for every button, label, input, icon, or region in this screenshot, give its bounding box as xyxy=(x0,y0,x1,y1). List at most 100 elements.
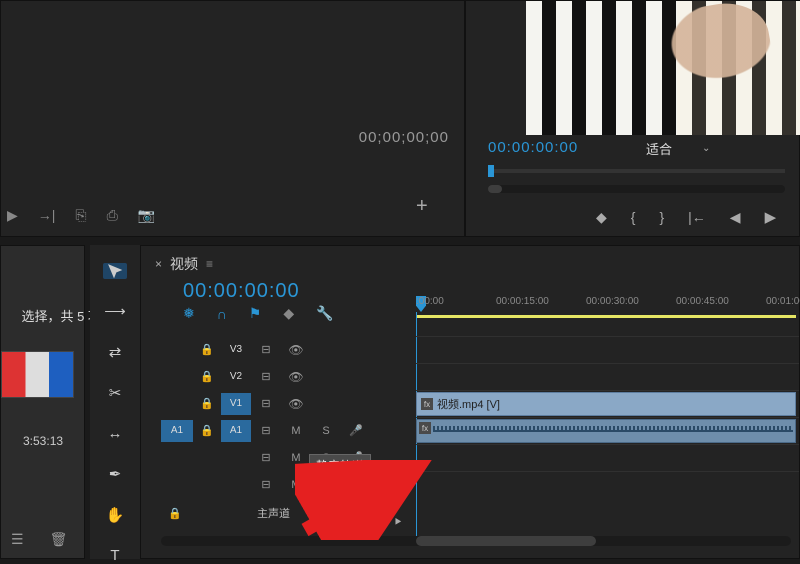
lock-icon[interactable]: 🔒 xyxy=(193,397,221,410)
selection-tool[interactable] xyxy=(103,263,127,279)
track-header-area: 🔒 V3 ⊟ 👁 🔒 V2 ⊟ 👁 🔒 V1 ⊟ 👁 A1 🔒 A1 ⊟ M xyxy=(161,336,416,526)
voice-over-button[interactable]: 🎤 xyxy=(341,478,371,491)
source-transport-bar: ▶ →| ⎘ ⎙ 📷 xyxy=(7,207,155,224)
master-track-header[interactable]: 🔒 主声道 0.0 xyxy=(161,500,416,526)
lock-icon[interactable]: 🔒 xyxy=(193,424,221,437)
track-a1[interactable]: fx xyxy=(416,417,799,444)
track-v2[interactable] xyxy=(416,363,799,390)
ruler-tick: 00:00:30:00 xyxy=(586,296,639,307)
project-bin-thumbnail[interactable] xyxy=(1,351,74,398)
source-patch-v3[interactable] xyxy=(161,339,193,361)
source-step-button[interactable]: →| xyxy=(38,207,56,224)
sync-lock-button[interactable]: ⊟ xyxy=(251,451,281,464)
mark-in-button[interactable]: { xyxy=(631,209,636,225)
track-header-a1[interactable]: A1 🔒 A1 ⊟ M S 🎤 xyxy=(161,417,416,444)
track-header-v1[interactable]: 🔒 V1 ⊟ 👁 xyxy=(161,390,416,417)
fx-badge-icon[interactable]: fx xyxy=(421,398,433,410)
nest-toggle-button[interactable]: ❅ xyxy=(183,305,195,322)
track-label-v3[interactable]: V3 xyxy=(221,339,251,361)
toggle-output-button[interactable]: 👁 xyxy=(281,397,311,411)
source-insert-button[interactable]: ⎘ xyxy=(75,207,86,224)
slip-tool[interactable]: ↔ xyxy=(103,425,127,442)
program-time-ruler[interactable] xyxy=(488,169,785,173)
master-volume-value[interactable]: 0.0 xyxy=(330,506,347,520)
sync-lock-button[interactable]: ⊟ xyxy=(251,370,281,383)
audio-clip[interactable]: fx xyxy=(416,419,796,443)
type-tool[interactable]: T xyxy=(103,547,127,564)
source-monitor-panel: 00;00;00;00 ▶ →| ⎘ ⎙ 📷 + xyxy=(0,0,465,237)
sequence-title[interactable]: 视频 xyxy=(170,254,198,274)
ripple-edit-tool[interactable]: ⇄ xyxy=(103,343,127,361)
track-label-a3[interactable] xyxy=(221,474,251,496)
add-marker-timeline-button[interactable]: ◆ xyxy=(283,305,294,322)
sync-lock-button[interactable]: ⊟ xyxy=(251,397,281,410)
hand-tool[interactable]: ✋ xyxy=(103,506,127,524)
voice-over-button[interactable]: 🎤 xyxy=(341,424,371,437)
delete-button[interactable]: 🗑 xyxy=(50,531,68,548)
close-sequence-button[interactable]: × xyxy=(155,257,162,271)
track-label-v1[interactable]: V1 xyxy=(221,393,251,415)
track-a2[interactable] xyxy=(416,444,799,471)
timeline-tracks-area[interactable]: fx 视频.mp4 [V] fx xyxy=(416,336,799,498)
ruler-tick: :00:00 xyxy=(416,296,444,307)
panel-menu-icon[interactable]: ≡ xyxy=(206,257,213,271)
program-zoom-dropdown[interactable]: 适合 ⌄ xyxy=(646,139,710,158)
timeline-ruler[interactable]: :00:00 00:00:15:00 00:00:30:00 00:00:45:… xyxy=(416,296,799,318)
track-v1[interactable]: fx 视频.mp4 [V] xyxy=(416,390,799,417)
track-select-tool[interactable]: ⟶ xyxy=(103,302,127,320)
lock-icon[interactable]: 🔒 xyxy=(193,343,221,356)
sync-lock-button[interactable]: ⊟ xyxy=(251,343,281,356)
work-area-bar[interactable] xyxy=(416,315,796,318)
lock-icon[interactable]: 🔒 xyxy=(193,370,221,383)
source-patch-a1[interactable]: A1 xyxy=(161,420,193,442)
program-scrollbar[interactable] xyxy=(488,185,785,193)
track-v3[interactable] xyxy=(416,336,799,363)
project-selection-status: 选择，共 5 项 xyxy=(0,306,101,325)
source-patch-v1[interactable] xyxy=(161,393,193,415)
go-to-in-button[interactable]: |← xyxy=(688,209,706,225)
new-bin-button[interactable]: ☰ xyxy=(11,531,24,548)
solo-button[interactable]: S xyxy=(311,425,341,437)
video-clip[interactable]: fx 视频.mp4 [V] xyxy=(416,392,796,416)
source-overwrite-button[interactable]: ⎙ xyxy=(107,207,118,224)
source-play-button[interactable]: ▶ xyxy=(7,207,18,224)
solo-button[interactable]: S xyxy=(311,479,341,491)
track-a3[interactable] xyxy=(416,471,799,498)
step-back-button[interactable]: ◀ xyxy=(730,209,741,226)
ruler-tick: 00:00:45:00 xyxy=(676,296,729,307)
source-patch-a2[interactable] xyxy=(161,447,193,469)
program-timecode[interactable]: 00:00:00:00 xyxy=(488,139,578,156)
toggle-output-button[interactable]: 👁 xyxy=(281,370,311,384)
razor-tool[interactable]: ✂ xyxy=(103,384,127,402)
sync-lock-button[interactable]: ⊟ xyxy=(251,424,281,437)
source-patch-v2[interactable] xyxy=(161,366,193,388)
track-header-v3[interactable]: 🔒 V3 ⊟ 👁 xyxy=(161,336,416,363)
linked-selection-button[interactable]: ⚑ xyxy=(249,305,262,322)
sync-lock-button[interactable]: ⊟ xyxy=(251,478,281,491)
track-label-v2[interactable]: V2 xyxy=(221,366,251,388)
snap-toggle-button[interactable]: ∩ xyxy=(217,306,227,322)
timeline-settings-button[interactable]: 🔧 xyxy=(316,305,333,322)
program-play-button[interactable]: ▶ xyxy=(765,208,777,226)
lock-icon[interactable]: 🔒 xyxy=(161,507,189,520)
source-patch-a3[interactable] xyxy=(161,474,193,496)
track-label-a2[interactable] xyxy=(221,447,251,469)
mute-button[interactable]: M xyxy=(281,425,311,437)
source-add-button[interactable]: + xyxy=(416,195,428,218)
pen-tool[interactable]: ✒ xyxy=(103,465,127,483)
mute-button[interactable]: M xyxy=(281,479,311,491)
track-header-a2[interactable]: ⊟ M S 🎤 xyxy=(161,444,416,471)
mark-out-button[interactable]: } xyxy=(659,209,664,225)
track-header-a3[interactable]: ⊟ M S 🎤 xyxy=(161,471,416,498)
mute-button[interactable]: M xyxy=(281,452,311,464)
add-marker-button[interactable]: ◆ xyxy=(596,209,607,226)
collapse-tracks-button[interactable]: ⯈ xyxy=(393,515,403,530)
fx-badge-icon[interactable]: fx xyxy=(419,422,431,434)
toggle-output-button[interactable]: 👁 xyxy=(281,343,311,357)
master-track-label: 主声道 xyxy=(257,505,290,521)
timeline-panel: × 视频 ≡ 00:00:00:00 ❅ ∩ ⚑ ◆ 🔧 :00:00 00:0… xyxy=(140,245,800,559)
timeline-horizontal-scrollbar[interactable] xyxy=(161,536,791,546)
source-export-frame-button[interactable]: 📷 xyxy=(138,207,155,224)
track-label-a1[interactable]: A1 xyxy=(221,420,251,442)
track-header-v2[interactable]: 🔒 V2 ⊟ 👁 xyxy=(161,363,416,390)
